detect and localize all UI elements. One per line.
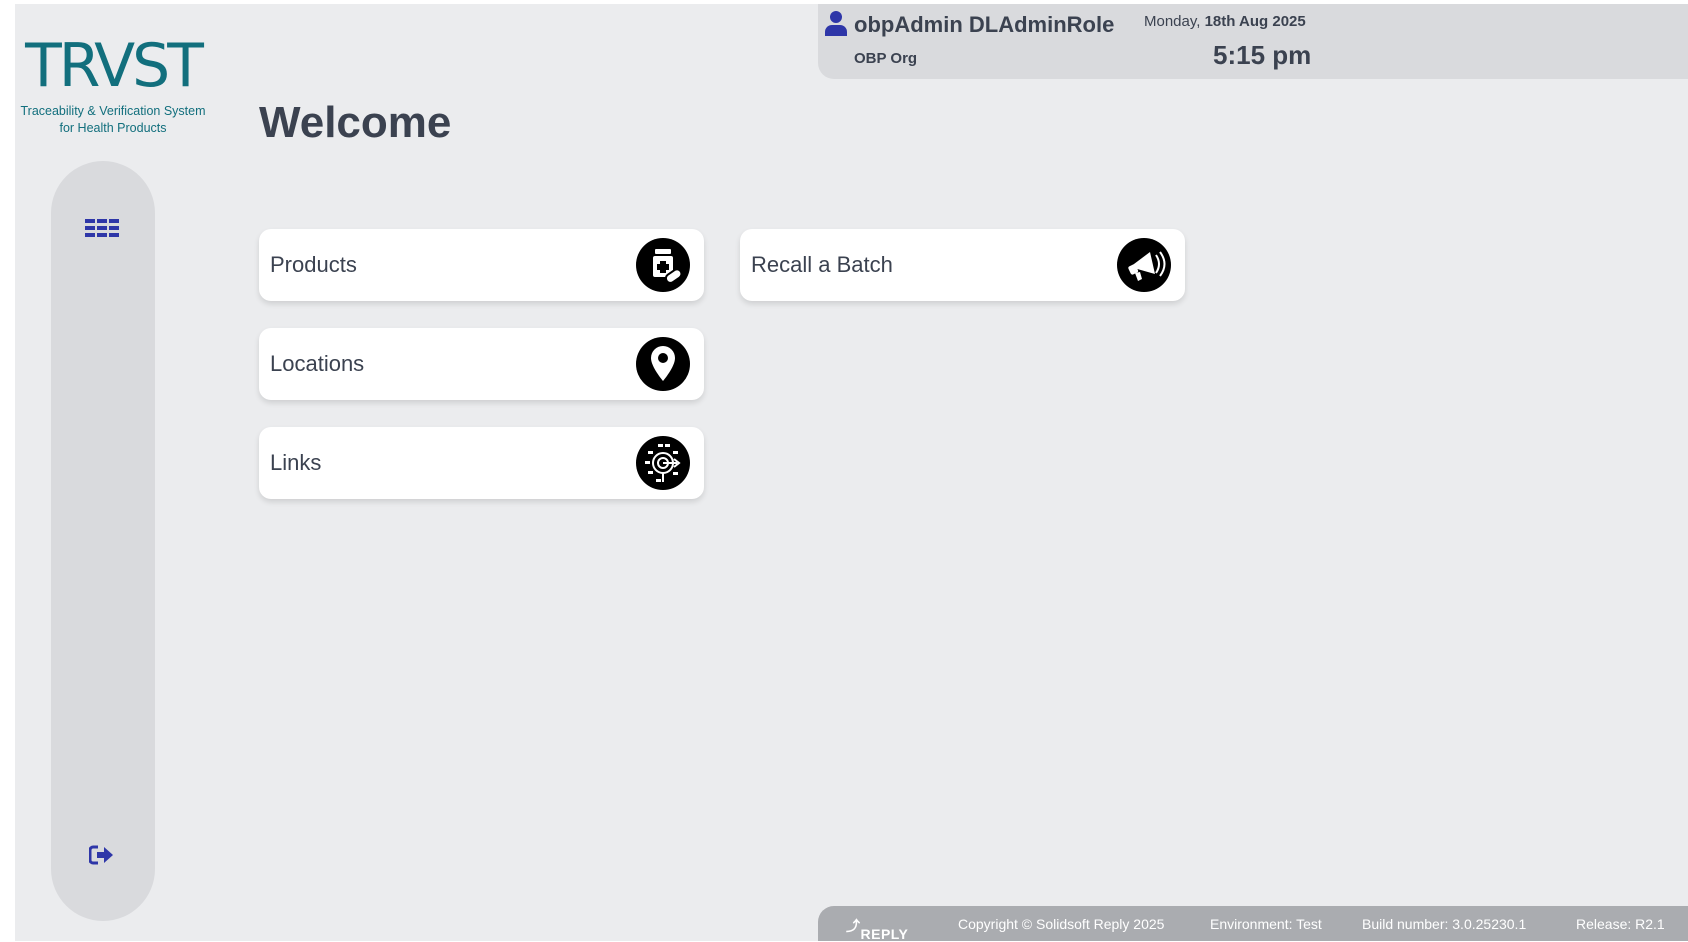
footer-copyright: Copyright © Solidsoft Reply 2025 <box>958 916 1165 932</box>
medicine-bottle-icon <box>636 238 690 292</box>
menu-icon[interactable] <box>85 219 121 242</box>
logo-wordmark: TRVST <box>25 31 204 101</box>
time-display: 5:15 pm <box>1213 40 1312 70</box>
app-page: TRVST Traceability & Verification System… <box>15 4 1688 942</box>
network-links-icon <box>636 436 690 490</box>
tile-products-label: Products <box>270 252 357 277</box>
sidebar <box>51 161 155 921</box>
tile-links-label: Links <box>270 450 322 475</box>
megaphone-icon <box>1117 238 1171 292</box>
user-name: obpAdmin DLAdminRole <box>854 12 1115 37</box>
tile-links[interactable]: Links <box>259 427 704 499</box>
date-display: Monday, 18th Aug 2025 <box>1144 13 1306 30</box>
footer-environment: Environment: Test <box>1210 916 1322 932</box>
tile-recall-batch-label: Recall a Batch <box>751 252 893 277</box>
day-label: Monday, <box>1144 13 1201 30</box>
logo-text: TRVST <box>25 31 204 101</box>
reply-logo: ⤴ REPLY <box>846 918 909 942</box>
trvst-logo: TRVST Traceability & Verification System… <box>15 34 211 137</box>
tile-locations-label: Locations <box>270 351 365 376</box>
footer-build: Build number: 3.0.25230.1 <box>1362 916 1527 932</box>
logo-tagline-2: for Health Products <box>59 121 167 135</box>
tile-products[interactable]: Products <box>259 229 704 301</box>
tile-locations[interactable]: Locations <box>259 328 704 400</box>
user-org: OBP Org <box>854 50 918 67</box>
reply-logo-text: REPLY <box>860 926 909 942</box>
tile-recall-batch[interactable]: Recall a Batch <box>740 229 1185 301</box>
user-icon <box>825 10 847 41</box>
date-label: 18th Aug 2025 <box>1204 13 1306 30</box>
location-pin-icon <box>636 337 690 391</box>
user-info-bar: obpAdmin DLAdminRole OBP Org Monday, 18t… <box>818 4 1688 79</box>
page-title: Welcome <box>259 98 452 147</box>
logo-tagline-1: Traceability & Verification System <box>20 104 206 118</box>
logout-icon[interactable] <box>88 844 115 871</box>
footer-release: Release: R2.1 <box>1576 916 1665 932</box>
footer: ⤴ REPLY Copyright © Solidsoft Reply 2025… <box>818 906 1688 942</box>
